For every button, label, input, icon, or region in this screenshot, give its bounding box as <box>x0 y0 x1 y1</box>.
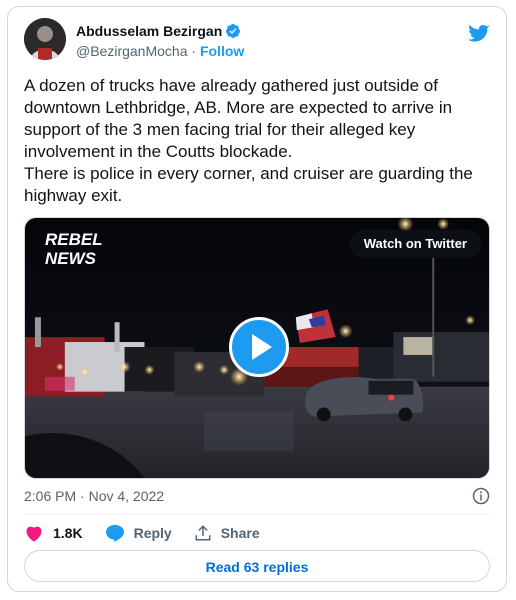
rebel-logo-line2: NEWS <box>45 249 97 268</box>
twitter-bird-icon[interactable] <box>468 24 490 44</box>
tweet-timestamp[interactable]: 2:06 PM · Nov 4, 2022 <box>24 488 164 504</box>
like-count: 1.8K <box>53 525 83 541</box>
author-name-row[interactable]: Abdusselam Bezirgan <box>76 23 241 39</box>
reply-button[interactable]: Reply <box>105 524 172 542</box>
info-icon[interactable] <box>472 487 490 505</box>
author-name[interactable]: Abdusselam Bezirgan <box>76 23 222 39</box>
tweet-text-paragraph-1: A dozen of trucks have already gathered … <box>24 76 453 161</box>
tweet-text-paragraph-2: There is police in every corner, and cru… <box>24 164 473 205</box>
share-label: Share <box>220 525 260 541</box>
separator-dot: · <box>187 43 200 59</box>
reply-bubble-icon <box>105 524 124 542</box>
read-replies-button[interactable]: Read 63 replies <box>24 550 490 582</box>
divider <box>24 514 490 515</box>
share-icon <box>195 525 211 541</box>
heart-icon <box>26 526 42 542</box>
tweet-header: Abdusselam Bezirgan @BezirganMocha · Fol… <box>24 18 490 64</box>
reply-label: Reply <box>133 525 172 541</box>
play-button[interactable] <box>229 317 289 377</box>
like-button[interactable]: 1.8K <box>24 524 83 542</box>
action-bar: 1.8K Reply Share <box>24 522 282 544</box>
avatar[interactable] <box>24 18 66 60</box>
tweet-text: A dozen of trucks have already gathered … <box>24 75 494 207</box>
follow-button[interactable]: Follow <box>200 43 244 59</box>
video-player[interactable]: REBEL NEWS Watch on Twitter <box>24 217 490 479</box>
play-icon <box>252 334 272 360</box>
verified-badge-icon <box>226 24 241 38</box>
avatar-image <box>24 18 66 60</box>
author-handle[interactable]: @BezirganMocha <box>76 43 188 59</box>
rebel-logo-line1: REBEL <box>45 230 103 249</box>
watch-on-twitter-button[interactable]: Watch on Twitter <box>349 230 481 258</box>
share-button[interactable]: Share <box>194 524 260 542</box>
rebel-news-logo: REBEL NEWS <box>45 230 103 268</box>
handle-row: @BezirganMocha · Follow <box>76 43 244 59</box>
tweet-card: Abdusselam Bezirgan @BezirganMocha · Fol… <box>7 6 507 592</box>
